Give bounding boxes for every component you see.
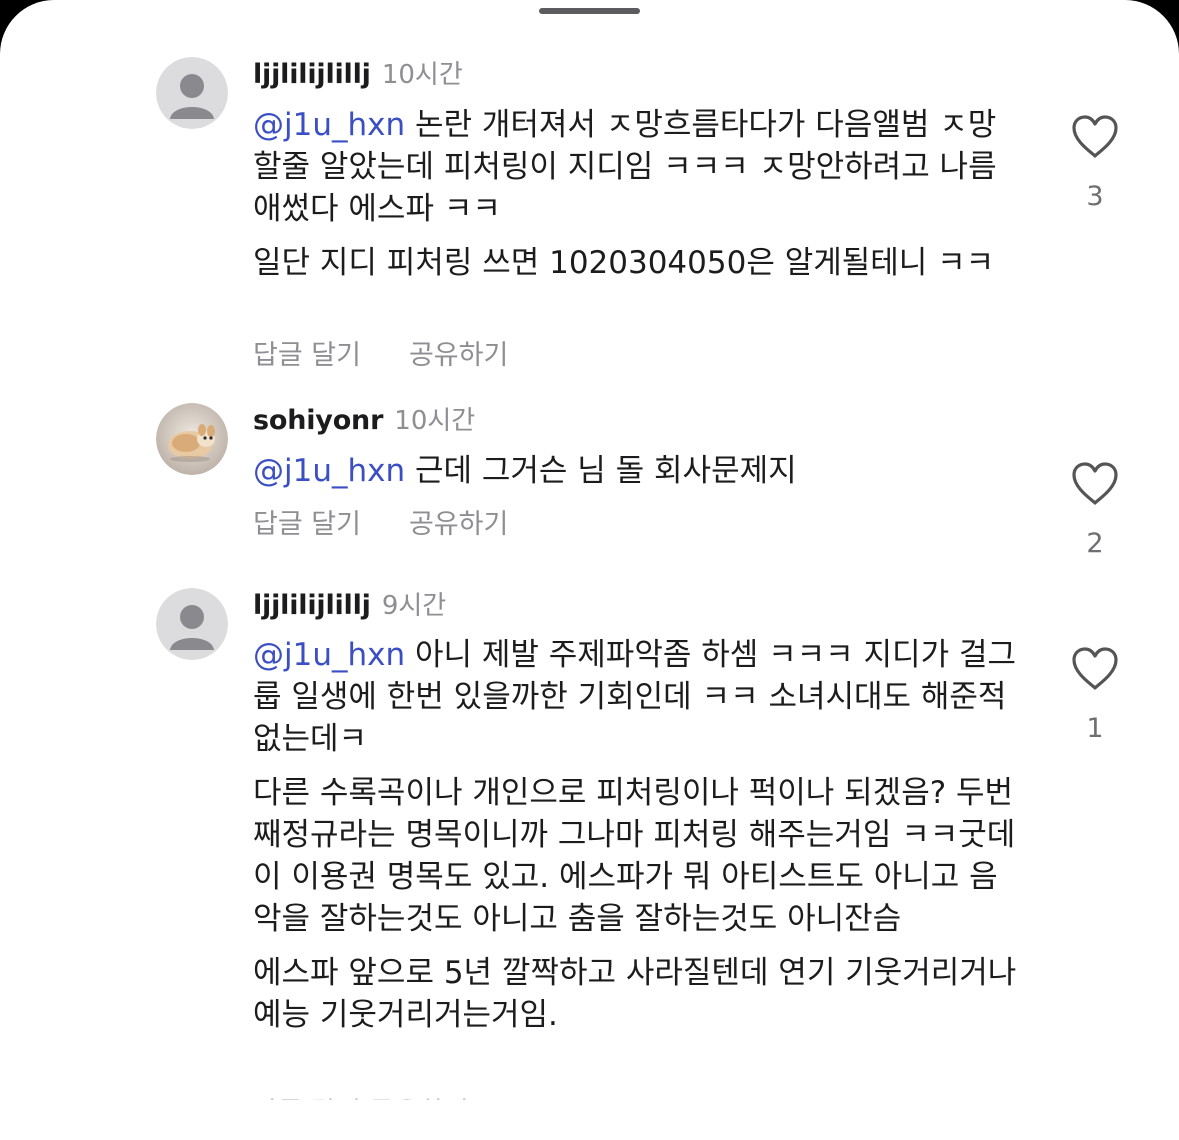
comment-paragraph: 다른 수록곡이나 개인으로 피처링이나 퍽이나 되겠음? 두번째정규라는 명목이… [253,775,1016,937]
timestamp: 10시간 [381,60,463,90]
comments-sheet: ljjlilijlillj 10시간 @j1u_hxn 논란 개터져서 ㅈ망흐름… [0,0,1179,1140]
like-control: 3 [1064,114,1126,212]
comment-header: ljjlilijlillj 9시간 [253,588,446,624]
drag-handle-icon[interactable] [539,8,640,14]
comment-header: sohiyonr 10시간 [253,403,475,439]
comment-paragraph: @j1u_hxn 아니 제발 주제파악좀 하셈 ㅋㅋㅋ 지디가 걸그룹 일생에 … [253,634,1023,760]
like-count: 1 [1086,713,1104,744]
share-button[interactable]: 공유하기 [409,336,508,376]
heart-outline-icon[interactable] [1070,114,1120,160]
heart-outline-icon[interactable] [1070,461,1120,507]
comment-paragraph: @j1u_hxn 근데 그거슨 님 돌 회사문제지 [253,450,1023,492]
next-comment-actions-peek: 답글 달기 공유하기 [253,1090,523,1100]
hamster-photo-avatar[interactable] [156,403,228,475]
username[interactable]: ljjlilijlillj [253,59,371,90]
username[interactable]: sohiyonr [253,405,383,436]
default-avatar-icon[interactable] [156,588,228,660]
comment-text: 근데 그거슨 님 돌 회사문제지 [405,453,797,489]
mention-link[interactable]: @j1u_hxn [253,107,405,143]
reply-button[interactable]: 답글 달기 [253,505,361,545]
timestamp: 9시간 [381,591,447,621]
heart-outline-icon[interactable] [1070,646,1120,692]
like-control: 2 [1064,461,1126,559]
like-count: 3 [1086,181,1104,212]
comment-body: @j1u_hxn 아니 제발 주제파악좀 하셈 ㅋㅋㅋ 지디가 걸그룹 일생에 … [253,634,1023,1048]
like-control: 1 [1064,646,1126,744]
comment-paragraph: 에스파 앞으로 5년 깔짝하고 사라질텐데 연기 기웃거리거나 예능 기웃거리거… [253,955,1017,1033]
mention-link[interactable]: @j1u_hxn [253,453,405,489]
comment-paragraph: @j1u_hxn 논란 개터져서 ㅈ망흐름타다가 다음앨범 ㅈ망할줄 알았는데 … [253,104,1023,230]
comment-header: ljjlilijlillj 10시간 [253,57,463,93]
default-avatar-icon[interactable] [156,57,228,129]
comment-paragraph: 일단 지디 피처링 쓰면 1020304050은 알게될테니 ㅋㅋ [253,245,995,281]
comment-body: @j1u_hxn 근데 그거슨 님 돌 회사문제지 [253,450,1023,504]
username[interactable]: ljjlilijlillj [253,590,371,621]
timestamp: 10시간 [394,406,476,436]
comment-actions: 답글 달기 공유하기 [253,336,508,376]
reply-button[interactable]: 답글 달기 [253,336,361,376]
like-count: 2 [1086,528,1104,559]
mention-link[interactable]: @j1u_hxn [253,637,405,673]
comment-actions: 답글 달기 공유하기 [253,505,508,545]
comment-body: @j1u_hxn 논란 개터져서 ㅈ망흐름타다가 다음앨범 ㅈ망할줄 알았는데 … [253,104,1023,296]
share-button[interactable]: 공유하기 [409,505,508,545]
